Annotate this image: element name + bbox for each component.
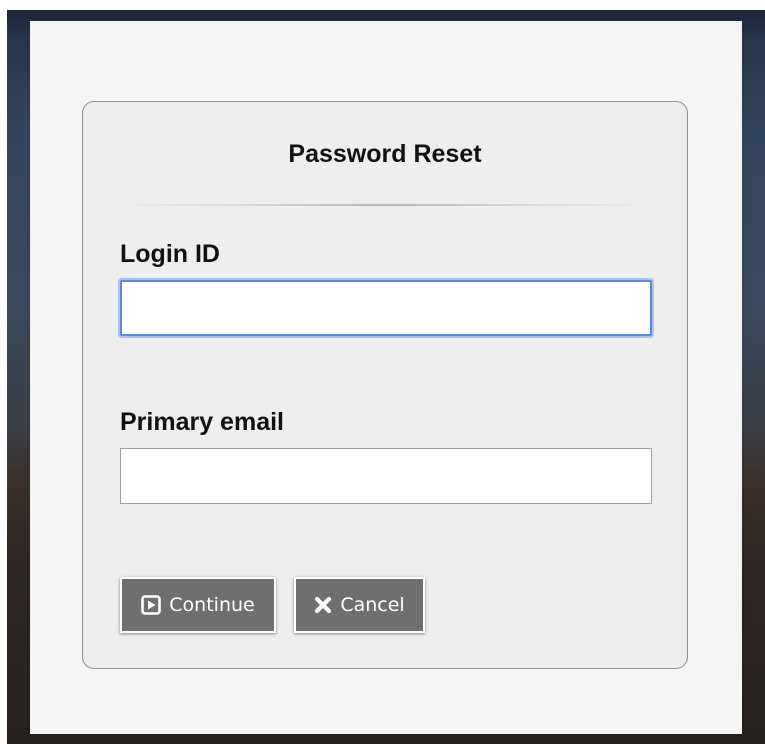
cancel-button-label: Cancel	[340, 594, 405, 616]
password-reset-modal: Password Reset Login ID Primary email Co…	[30, 21, 742, 734]
password-reset-form: Password Reset Login ID Primary email Co…	[82, 101, 688, 669]
primary-email-input[interactable]	[120, 448, 652, 504]
dialog-title: Password Reset	[288, 140, 482, 168]
continue-button-label: Continue	[169, 594, 255, 616]
play-square-icon	[141, 595, 162, 615]
title-divider	[121, 204, 649, 206]
continue-button[interactable]: Continue	[120, 577, 276, 633]
login-id-label: Login ID	[120, 240, 220, 268]
primary-email-label: Primary email	[120, 408, 284, 436]
cancel-button[interactable]: Cancel	[294, 577, 425, 633]
close-icon	[314, 596, 332, 614]
login-id-input[interactable]	[120, 280, 652, 336]
